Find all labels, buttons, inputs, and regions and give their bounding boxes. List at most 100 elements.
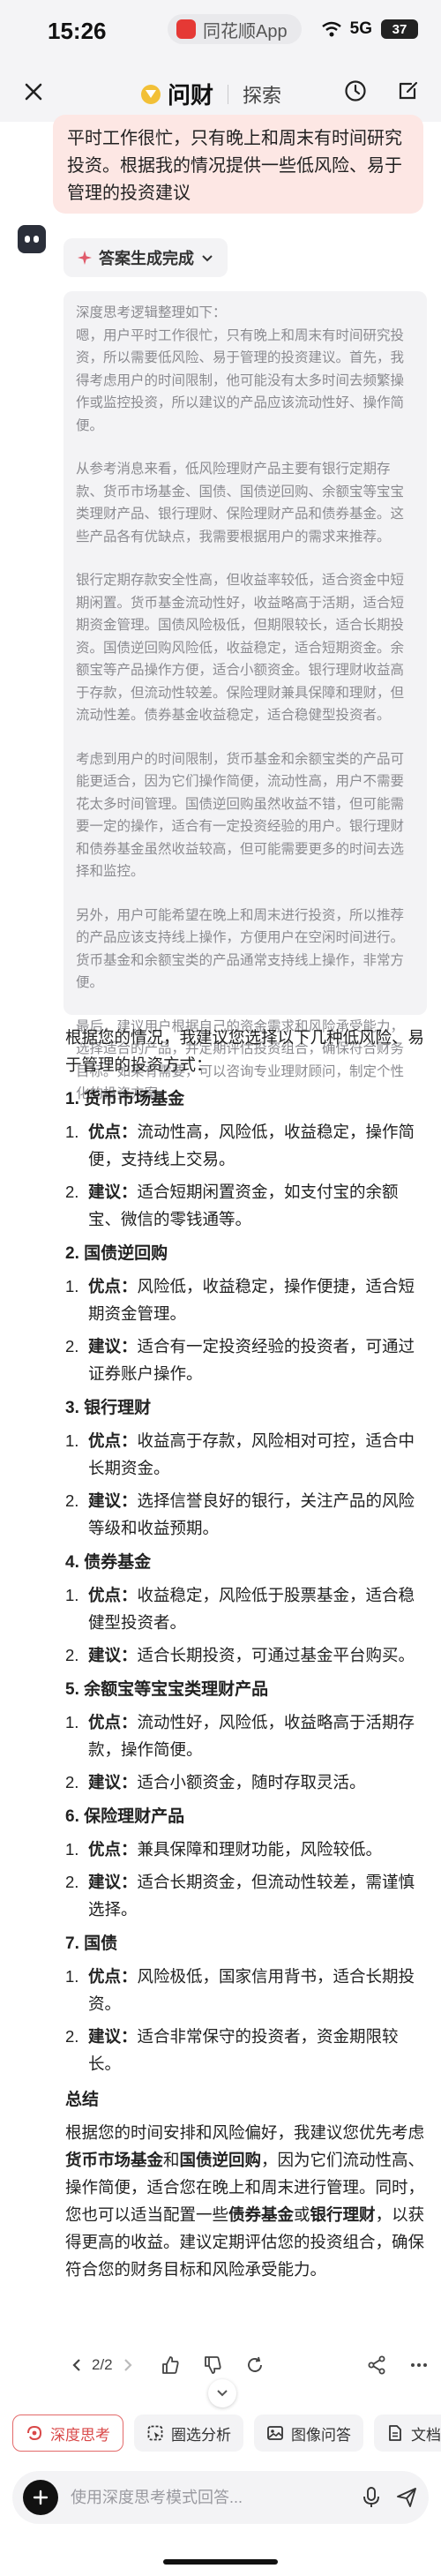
chevron-left-icon (72, 2359, 80, 2371)
tab-explore[interactable]: 探索 (243, 80, 281, 109)
thinking-paragraph: 另外，用户可能希望在晚上和周末进行投资，所以推荐的产品应该支持线上操作，方便用户… (76, 907, 405, 991)
user-question-bubble: 平时工作很忙，只有晚上和周末有时间研究投资。根据我的情况提供一些低风险、易于管理… (53, 115, 423, 214)
share-icon (368, 2355, 385, 2375)
list-item: 1. 优点：流动性高，风险低，收益稳定，操作简便，支持线上交易。 (65, 1123, 415, 1168)
chip-image-qa[interactable]: 图像问答 (254, 2415, 363, 2452)
like-button[interactable] (159, 2354, 182, 2377)
section-title: 6. 保险理财产品 (65, 1807, 185, 1826)
regenerate-button[interactable] (243, 2354, 266, 2377)
assistant-avatar (18, 225, 46, 253)
dislike-button[interactable] (201, 2354, 224, 2377)
return-to-app-pill[interactable]: 同花顺App (168, 14, 302, 44)
header-title[interactable]: 问财 (168, 78, 213, 110)
answer-section: 3. 银行理财 1. 优点：收益高于存款，风险相对可控，适合中长期资金。 2. 建议… (65, 1394, 430, 1542)
microphone-icon (363, 2487, 379, 2507)
history-button[interactable] (340, 76, 370, 106)
send-button[interactable] (395, 2486, 418, 2509)
refresh-icon (247, 2356, 262, 2372)
close-icon (25, 83, 42, 101)
deep-thinking-panel: 深度思考逻辑整理如下： 嗯，用户平时工作很忙，只有晚上和周末有时间研究投资，所以… (64, 291, 427, 1101)
status-indicators: 5G 37 (321, 19, 418, 39)
brand-logo-icon (141, 84, 161, 104)
thinking-paragraph: 考虑到用户的时间限制，货币基金和余额宝类的产品可能更适合，因为它们操作简便，流动… (76, 751, 405, 880)
list-item: 2. 建议：适合短期闲置资金，如支付宝的余额宝、微信的零钱通等。 (65, 1183, 399, 1228)
answer-section: 7. 国债 1. 优点：风险极低，国家信用背书，适合长期投资。 2. 建议：适合非常… (65, 1930, 430, 2077)
section-title: 2. 国债逆回购 (65, 1244, 168, 1263)
list-item: 2. 建议：适合非常保守的投资者，资金期限较长。 (65, 2027, 399, 2073)
prev-answer-button[interactable] (65, 2354, 88, 2377)
list-item: 2. 建议：适合小额资金，随时存取灵活。 (65, 1773, 366, 1791)
chip-label: 图像问答 (291, 2426, 351, 2444)
document-icon (389, 2425, 401, 2441)
status-time: 15:26 (48, 18, 107, 44)
list-item: 1. 优点：兼具保障和理财功能，风险较低。 (65, 1840, 383, 1859)
send-icon (397, 2488, 416, 2507)
answer-body: 根据您的情况，我建议您选择以下几种低风险、易于管理的投资方式： 1. 货币市场基… (65, 1024, 430, 2283)
close-button[interactable] (16, 74, 51, 109)
circle-select-icon (147, 2425, 163, 2441)
chip-label: 圈选分析 (171, 2426, 231, 2444)
app-logo-icon (176, 19, 196, 39)
home-indicator (163, 2559, 278, 2565)
attach-button[interactable] (23, 2480, 58, 2515)
list-item: 2. 建议：选择信誉良好的银行，关注产品的风险等级和收益预期。 (65, 1491, 415, 1537)
summary-title: 总结 (65, 2091, 100, 2109)
answer-status-toggle[interactable]: 答案生成完成 (64, 238, 228, 277)
more-icon (411, 2363, 427, 2367)
answer-actions-row: 2/2 (65, 2347, 430, 2383)
brand: 问财 探索 (141, 78, 281, 110)
chevron-down-icon (202, 255, 213, 262)
page-indicator: 2/2 (92, 2356, 113, 2373)
list-item: 1. 优点：收益稳定，风险低于股票基金，适合稳健型投资者。 (65, 1586, 415, 1632)
list-item: 2. 建议：适合长期资金，但流动性较差，需谨慎选择。 (65, 1873, 415, 1919)
more-button[interactable] (407, 2354, 430, 2377)
list-item: 1. 优点：风险低，收益稳定，操作便捷，适合短期资金管理。 (65, 1277, 415, 1323)
section-title: 5. 余额宝等宝宝类理财产品 (65, 1680, 269, 1699)
chip-deep-think[interactable]: 深度思考 (12, 2415, 123, 2452)
deep-think-icon (27, 2425, 42, 2441)
thinking-paragraph: 从参考消息来看，低风险理财产品主要有银行定期存款、货币市场基金、国债、国债逆回购… (76, 462, 405, 544)
list-item: 1. 优点：流动性好，风险低，收益略高于活期存款，操作简便。 (65, 1713, 415, 1759)
list-item: 1. 优点：收益高于存款，风险相对可控，适合中长期资金。 (65, 1431, 415, 1477)
next-answer-button[interactable] (116, 2354, 139, 2377)
chevron-right-icon (123, 2359, 132, 2371)
summary-text: 根据您的时间安排和风险偏好，我建议您优先考虑货币市场基金和国债逆回购，因为它们流… (65, 2123, 425, 2279)
scroll-down-button[interactable] (208, 2379, 236, 2407)
image-qa-icon (267, 2426, 283, 2440)
chip-label: 深度思考 (50, 2426, 110, 2444)
answer-section: 4. 债券基金 1. 优点：收益稳定，风险低于股票基金，适合稳健型投资者。 2. 建… (65, 1549, 430, 1669)
new-chat-button[interactable] (393, 76, 423, 106)
app-header: 问财 探索 (0, 62, 441, 122)
section-title: 3. 银行理财 (65, 1399, 152, 1417)
section-title: 4. 债券基金 (65, 1553, 152, 1572)
wifi-icon (321, 21, 341, 37)
section-title: 1. 货币市场基金 (65, 1090, 185, 1108)
list-item: 2. 建议：适合长期投资，可通过基金平台购买。 (65, 1646, 415, 1664)
history-icon (345, 80, 366, 101)
chip-label: 文档问答 (411, 2426, 441, 2444)
share-button[interactable] (365, 2354, 388, 2377)
chevron-down-icon (217, 2390, 228, 2397)
sparkle-icon (78, 251, 92, 265)
chat-input-bar (12, 2471, 429, 2524)
list-item: 2. 建议：适合有一定投资经验的投资者，可通过证券账户操作。 (65, 1337, 415, 1383)
list-item: 1. 优点：风险极低，国家信用背书，适合长期投资。 (65, 1967, 415, 2013)
thinking-paragraph: 银行定期存款安全性高，但收益率较低，适合资金中短期闲置。货币基金流动性好，收益略… (76, 573, 405, 723)
chip-circle-select[interactable]: 圈选分析 (134, 2415, 243, 2452)
answer-section: 1. 货币市场基金 1. 优点：流动性高，风险低，收益稳定，操作简便，支持线上交易… (65, 1085, 430, 1233)
thinking-paragraph: 深度思考逻辑整理如下： 嗯，用户平时工作很忙，只有晚上和周末有时间研究投资，所以… (76, 305, 405, 433)
battery-icon: 37 (381, 19, 418, 39)
status-app-name: 同花顺App (203, 21, 288, 41)
thumbs-down-icon (204, 2356, 221, 2374)
new-chat-icon (399, 81, 418, 100)
answer-status-label: 答案生成完成 (99, 250, 194, 267)
header-actions (340, 76, 423, 106)
voice-button[interactable] (360, 2486, 383, 2509)
chip-document-qa[interactable]: 文档问答 (374, 2415, 441, 2452)
answer-section: 5. 余额宝等宝宝类理财产品 1. 优点：流动性好，风险低，收益略高于活期存款，操… (65, 1676, 430, 1796)
section-title: 7. 国债 (65, 1934, 118, 1953)
chat-input[interactable] (71, 2488, 348, 2507)
plus-icon (33, 2490, 49, 2505)
answer-section: 6. 保险理财产品 1. 优点：兼具保障和理财功能，风险较低。 2. 建议：适合长期… (65, 1803, 430, 1923)
answer-section: 2. 国债逆回购 1. 优点：风险低，收益稳定，操作便捷，适合短期资金管理。 2.… (65, 1240, 430, 1387)
